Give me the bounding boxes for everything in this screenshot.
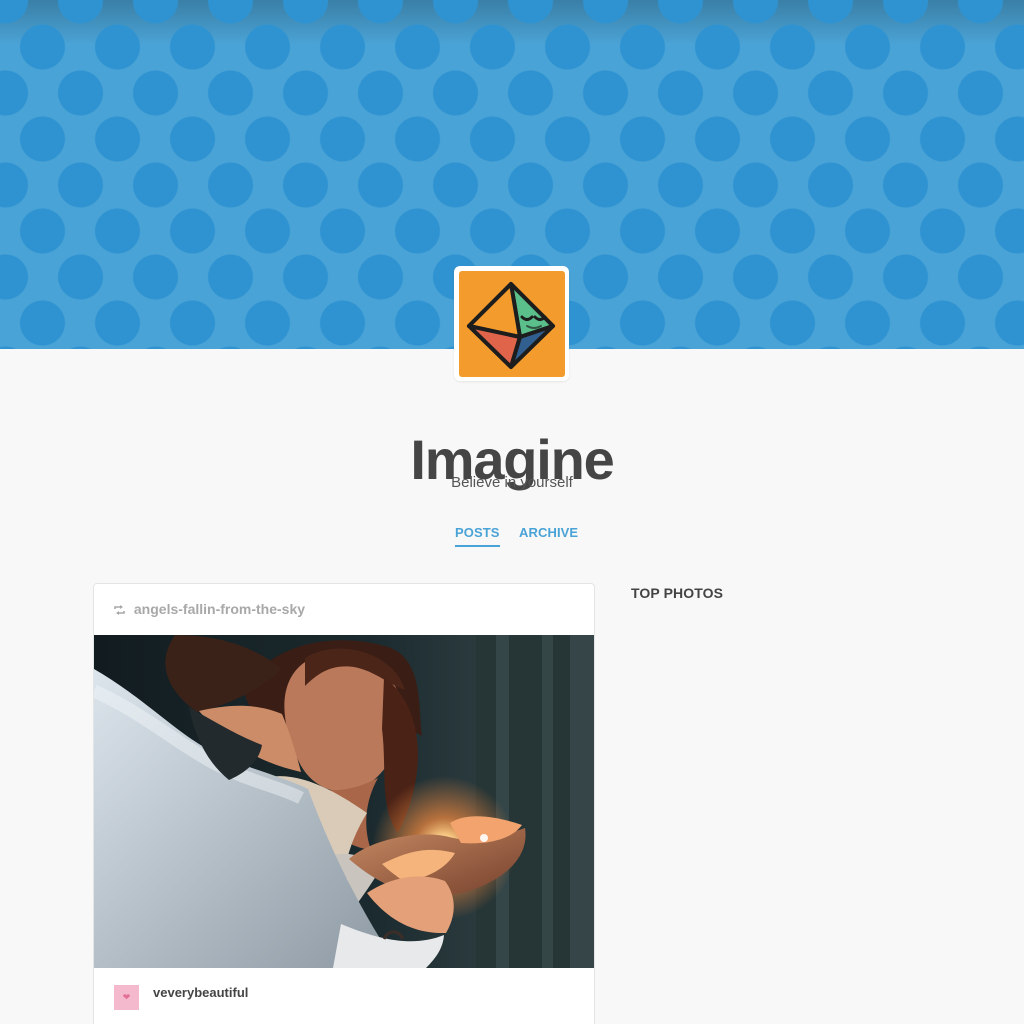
blog-page: Imagine Believe in yourself POSTS ARCHIV… (0, 0, 1024, 1024)
reblog-username[interactable]: angels-fallin-from-the-sky (134, 601, 305, 617)
nav-archive-link[interactable]: ARCHIVE (519, 524, 578, 541)
heart-icon[interactable]: ❤ (114, 985, 139, 1010)
post-photo[interactable] (94, 635, 594, 968)
sleeping-octahedron-icon (459, 271, 565, 377)
top-photos-heading: TOP PHOTOS (631, 585, 724, 601)
nav-posts-link[interactable]: POSTS (455, 524, 500, 547)
blog-description: Believe in yourself (451, 474, 573, 491)
blog-avatar-link[interactable] (454, 266, 569, 381)
couple-with-light-photo (94, 635, 594, 968)
reblog-icon (114, 601, 125, 615)
post-author-name[interactable]: veverybeautiful (153, 985, 248, 1001)
blog-navigation: POSTS ARCHIVE (0, 524, 1024, 554)
reblog-source[interactable]: angels-fallin-from-the-sky (114, 600, 305, 618)
post-card: angels-fallin-from-the-sky ❤ veverybeaut… (93, 583, 595, 1024)
